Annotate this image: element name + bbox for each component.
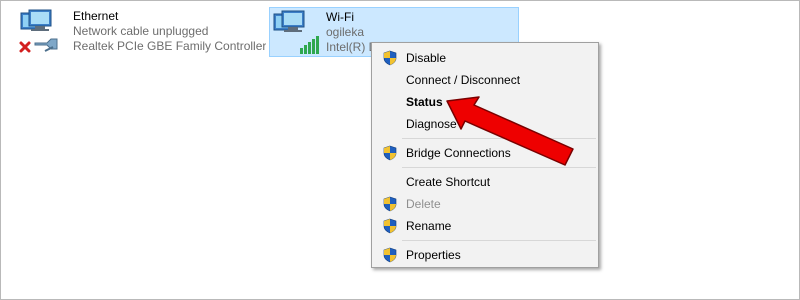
uac-shield-icon xyxy=(383,50,397,66)
menu-item-label: Rename xyxy=(406,219,452,233)
menu-item-properties[interactable]: Properties xyxy=(372,244,598,266)
menu-item-label: Create Shortcut xyxy=(406,175,491,189)
wifi-adapter-icon xyxy=(273,10,319,54)
menu-item-label: Connect / Disconnect xyxy=(406,73,521,87)
menu-item-label: Status xyxy=(406,95,443,109)
annotation-arrow-icon xyxy=(446,96,574,166)
adapter-device: Intel(R) D xyxy=(326,40,378,54)
menu-item-label: Disable xyxy=(406,51,447,65)
menu-separator xyxy=(402,240,596,241)
menu-item-delete[interactable]: Delete xyxy=(372,193,598,215)
adapter-ethernet[interactable]: Ethernet Network cable unplugged Realtek… xyxy=(17,7,267,57)
adapter-device: Realtek PCIe GBE Family Controller xyxy=(73,39,267,53)
menu-item-rename[interactable]: Rename xyxy=(372,215,598,237)
menu-item-disable[interactable]: Disable xyxy=(372,47,598,69)
adapter-name: Wi-Fi xyxy=(326,10,354,24)
menu-item-label: Properties xyxy=(406,248,461,262)
adapter-name: Ethernet xyxy=(73,9,119,23)
uac-shield-icon xyxy=(383,247,397,263)
network-connections-window: Ethernet Network cable unplugged Realtek… xyxy=(0,0,800,300)
uac-shield-icon xyxy=(383,145,397,161)
adapter-status: Network cable unplugged xyxy=(73,24,209,38)
ethernet-disconnected-icon xyxy=(19,9,58,53)
uac-shield-icon xyxy=(383,218,397,234)
menu-item-connect-disconnect[interactable]: Connect / Disconnect xyxy=(372,69,598,91)
menu-item-label: Delete xyxy=(406,197,441,211)
uac-shield-icon xyxy=(383,196,397,212)
menu-item-create-shortcut[interactable]: Create Shortcut xyxy=(372,171,598,193)
adapter-status: ogileka xyxy=(326,25,365,39)
